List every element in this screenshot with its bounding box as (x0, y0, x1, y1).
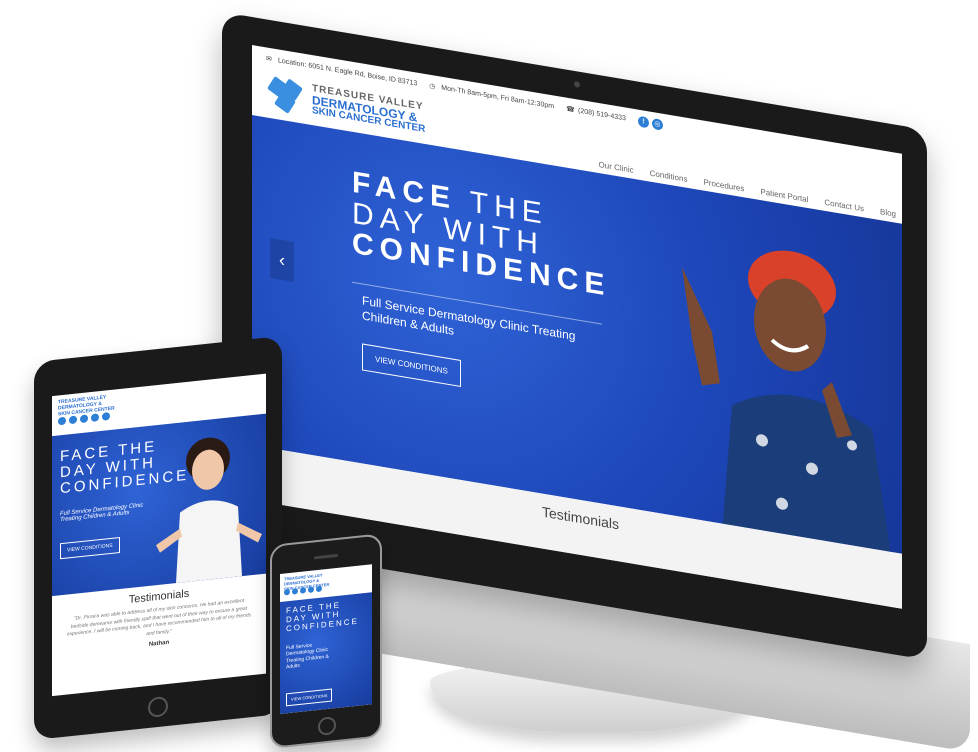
hero-title: FACE THE DAY WITH CONFIDENCE (352, 166, 610, 303)
phone-hero: FACE THE DAY WITH CONFIDENCE Full Servic… (280, 592, 372, 714)
clock-icon[interactable] (300, 587, 306, 594)
clock-icon[interactable] (80, 414, 88, 424)
phone-speaker (314, 553, 338, 560)
location-icon[interactable] (284, 588, 290, 596)
phone-hero-subtitle: Full Service Dermatology Clinic Treating… (286, 642, 329, 671)
phone-icon[interactable] (292, 588, 298, 595)
phone-home-button[interactable] (318, 716, 336, 736)
location-icon[interactable] (58, 416, 66, 426)
location-label: Location: (277, 57, 307, 69)
instagram-icon[interactable] (316, 585, 322, 593)
map-pin-icon: ✉ (266, 55, 272, 64)
tablet-home-button[interactable] (148, 695, 168, 719)
phone-hero-title: FACE THE DAY WITH CONFIDENCE (286, 600, 359, 633)
nav-blog[interactable]: Blog (880, 207, 896, 219)
facebook-icon[interactable]: f (637, 115, 649, 128)
instagram-icon[interactable] (102, 412, 110, 421)
nav-our-clinic[interactable]: Our Clinic (599, 160, 634, 175)
tablet-woman-image (156, 437, 262, 584)
phone-icon: ☎ (566, 105, 575, 115)
clock-icon: ◷ (429, 82, 436, 91)
testimonials-heading: Testimonials (542, 503, 620, 533)
hero-woman-image (682, 250, 892, 554)
camera-icon (574, 80, 580, 88)
phone-screen: TREASURE VALLEY DERMATOLOGY & SKIN CANCE… (280, 564, 372, 714)
phone-icon[interactable] (69, 415, 77, 425)
tablet-view-conditions-button[interactable]: VIEW CONDITIONS (60, 537, 120, 560)
logo-hexagon-icon (266, 73, 306, 118)
chevron-left-icon: ‹ (279, 249, 285, 271)
tablet-screen: TREASURE VALLEY DERMATOLOGY & SKIN CANCE… (52, 373, 266, 697)
phone-text[interactable]: (208) 519-4333 (578, 107, 626, 122)
phone-device: TREASURE VALLEY DERMATOLOGY & SKIN CANCE… (270, 533, 382, 749)
phone-info[interactable]: ☎ (208) 519-4333 (566, 105, 626, 123)
desktop-screen: ✉ Location: 6051 N. Eagle Rd, Boise, ID … (252, 45, 902, 609)
tablet-hero: FACE THE DAY WITH CONFIDENCE Full Servic… (52, 413, 266, 597)
facebook-icon[interactable] (91, 413, 99, 423)
phone-view-conditions-button[interactable]: VIEW CONDITIONS (286, 688, 333, 707)
social-links: f ◎ (637, 115, 663, 131)
facebook-icon[interactable] (308, 586, 314, 594)
prev-slide-button[interactable]: ‹ (270, 238, 294, 283)
tablet-device: TREASURE VALLEY DERMATOLOGY & SKIN CANCE… (34, 335, 282, 740)
view-conditions-button[interactable]: VIEW CONDITIONS (362, 343, 461, 387)
tablet-hero-subtitle: Full Service Dermatology Clinic Treating… (60, 502, 144, 524)
instagram-icon[interactable]: ◎ (651, 117, 663, 131)
